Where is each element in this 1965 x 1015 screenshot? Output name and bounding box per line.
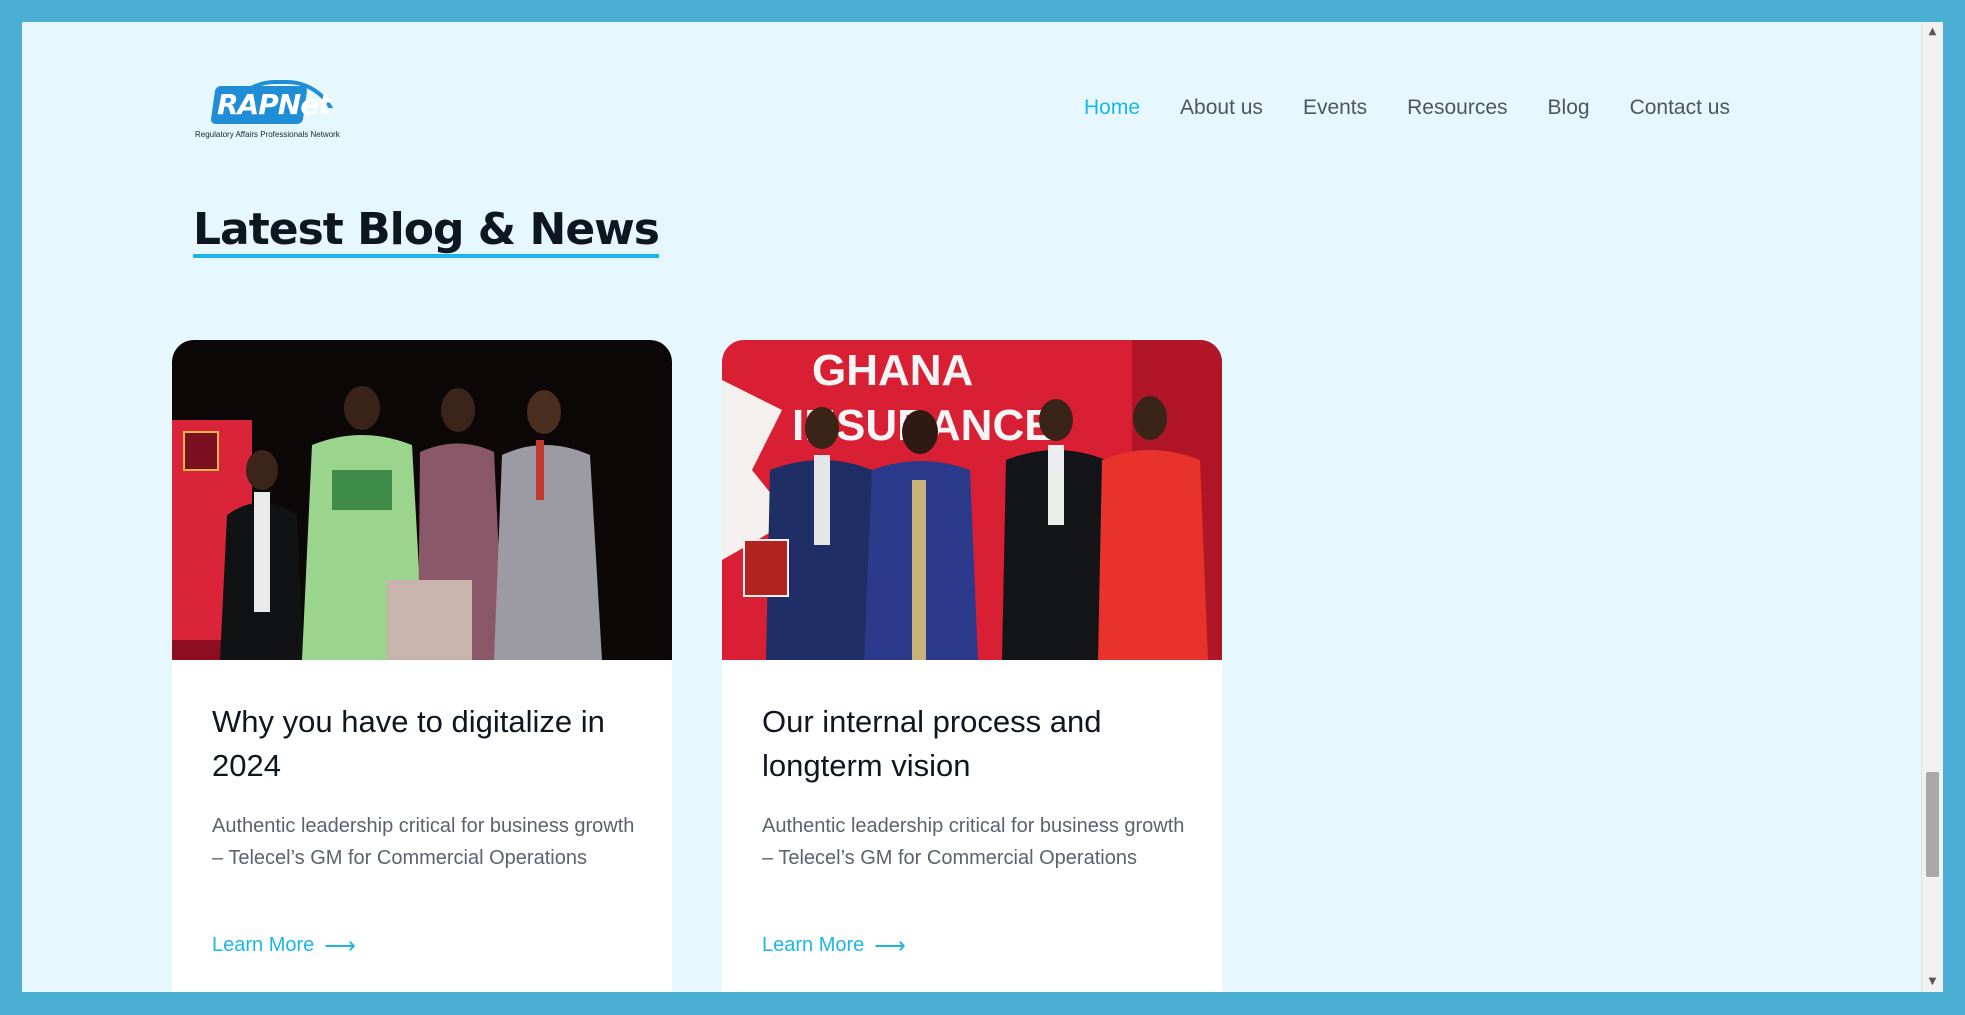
learn-more-link[interactable]: Learn More ⟶ xyxy=(212,934,356,957)
blog-card-image[interactable]: GHANA INSURANCE xyxy=(722,340,1222,660)
scroll-up-icon[interactable]: ▲ xyxy=(1922,22,1943,42)
learn-more-label: Learn More xyxy=(212,934,315,956)
main-nav: Home About us Events Resources Blog Cont… xyxy=(1084,96,1730,120)
nav-item-about-us[interactable]: About us xyxy=(1180,96,1263,120)
rapnet-logo[interactable]: RAPNet Regulatory Affairs Professionals … xyxy=(193,60,353,140)
logo-wordmark: RAPNet xyxy=(217,88,332,121)
nav-item-blog[interactable]: Blog xyxy=(1548,96,1590,120)
vertical-scrollbar[interactable]: ▲ ▼ xyxy=(1921,22,1943,992)
nav-item-home[interactable]: Home xyxy=(1084,96,1140,120)
blog-card-excerpt: Authentic leadership critical for busine… xyxy=(212,815,635,869)
nav-item-contact-us[interactable]: Contact us xyxy=(1630,96,1730,120)
blog-card-title[interactable]: Our internal process and longterm vision xyxy=(762,700,1192,788)
logo-tagline: Regulatory Affairs Professionals Network xyxy=(195,130,340,139)
learn-more-label: Learn More xyxy=(762,934,865,956)
blog-card-image[interactable] xyxy=(172,340,672,660)
blog-card-title[interactable]: Why you have to digitalize in 2024 xyxy=(212,700,642,788)
arrow-right-icon: ⟶ xyxy=(874,932,906,958)
nav-item-resources[interactable]: Resources xyxy=(1407,96,1507,120)
scroll-down-icon[interactable]: ▼ xyxy=(1922,972,1943,992)
browser-viewport: RAPNet Regulatory Affairs Professionals … xyxy=(22,22,1943,992)
nav-item-events[interactable]: Events xyxy=(1303,96,1367,120)
blog-card[interactable]: Why you have to digitalize in 2024 Authe… xyxy=(172,340,672,992)
blog-card-excerpt: Authentic leadership critical for busine… xyxy=(762,815,1185,869)
svg-text:GHANA: GHANA xyxy=(812,346,973,395)
blog-card[interactable]: GHANA INSURANCE Our internal process and… xyxy=(722,340,1222,992)
section-title: Latest Blog & News xyxy=(193,202,660,258)
arrow-right-icon: ⟶ xyxy=(324,932,356,958)
learn-more-link[interactable]: Learn More ⟶ xyxy=(762,934,906,957)
scrollbar-thumb[interactable] xyxy=(1926,772,1939,877)
